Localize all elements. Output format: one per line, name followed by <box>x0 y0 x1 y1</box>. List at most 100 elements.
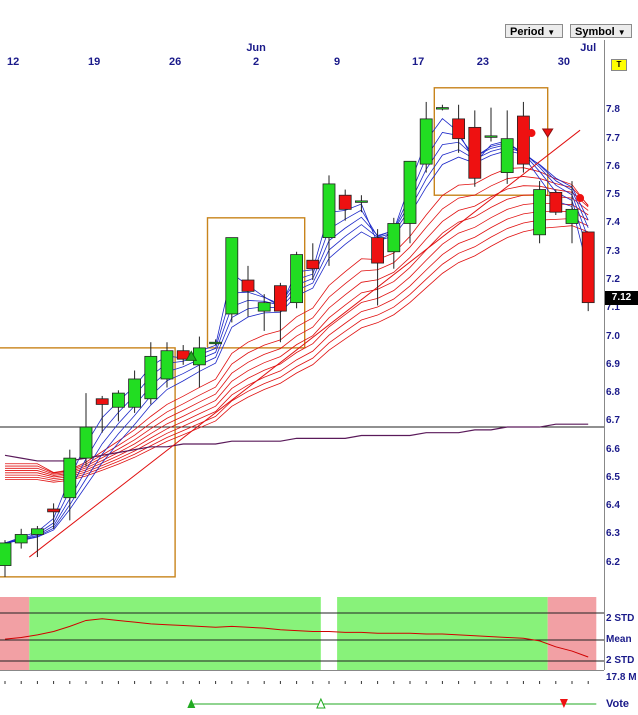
date-label: 12 <box>7 56 19 68</box>
price-chart <box>0 87 604 578</box>
date-axis: 12 19 26 Jun 2 9 17 23 30 Jul <box>0 40 604 68</box>
t-icon[interactable]: T <box>611 59 627 71</box>
date-label: 17 <box>412 56 424 68</box>
price-tick-label: 6.8 <box>606 387 620 399</box>
price-tick-label: 7.8 <box>606 104 620 116</box>
candle-body <box>144 355 158 400</box>
candle-body <box>468 126 482 179</box>
osc-zone <box>320 597 338 670</box>
chevron-down-icon: ▼ <box>547 28 556 37</box>
candle-body <box>306 259 320 270</box>
ma-ribbon-blue <box>4 118 589 544</box>
candle-body <box>257 302 271 312</box>
chevron-down-icon: ▼ <box>617 28 626 37</box>
range-box <box>206 217 306 349</box>
price-tick-label: 7.4 <box>606 217 620 229</box>
candle-body <box>533 189 546 236</box>
osc-label-upper: 2 STD <box>606 613 635 624</box>
candle-body <box>484 135 498 138</box>
osc-label-mean: Mean <box>606 634 632 645</box>
candle-body <box>565 208 579 224</box>
price-tick-label: 6.5 <box>606 471 620 483</box>
symbol-dropdown[interactable]: Symbol ▼ <box>570 24 632 38</box>
date-label: 2 <box>253 56 259 68</box>
osc-label-lower: 2 STD <box>606 655 635 666</box>
candle-body <box>0 542 12 566</box>
date-axis-ticks: 12 19 26 Jun 2 9 17 23 30 Jul <box>7 42 596 68</box>
osc-zone <box>547 597 597 670</box>
candle-body <box>452 118 466 140</box>
osc-zone <box>337 597 548 670</box>
volume-label: 17.8 M <box>606 672 637 683</box>
candle-body <box>160 350 174 380</box>
candle-body <box>371 237 385 264</box>
candle-body <box>225 237 239 315</box>
signal-dot <box>527 129 536 138</box>
vote-markers <box>187 697 597 709</box>
price-tick-label: 7.2 <box>606 274 620 286</box>
price-tick-label: 7.5 <box>606 189 620 201</box>
candle-body <box>30 528 44 535</box>
candle-body <box>79 426 93 459</box>
price-tick-label: 7.3 <box>606 245 620 257</box>
date-label-month: Jul <box>580 42 596 54</box>
ma-ribbon-red <box>5 202 589 478</box>
osc-zone <box>29 597 321 670</box>
candle-body <box>290 254 304 304</box>
sell-signal-arrow <box>541 128 554 138</box>
candle-body <box>435 107 449 110</box>
trend-line <box>28 129 581 558</box>
price-tick-label: 7.7 <box>606 132 620 144</box>
date-label: 30 <box>558 56 570 68</box>
candle-body <box>63 457 77 499</box>
candle-body <box>500 138 514 173</box>
toolbar: Period ▼ Symbol ▼ <box>0 0 638 41</box>
vote-row <box>0 697 604 710</box>
candle-body <box>322 183 336 239</box>
price-tick-label: 7.6 <box>606 160 620 172</box>
date-label: 19 <box>88 56 100 68</box>
date-label: 26 <box>169 56 181 68</box>
candle-body <box>581 231 595 304</box>
price-tick-label: 6.4 <box>606 500 620 512</box>
signal-dot <box>576 194 585 203</box>
period-dropdown[interactable]: Period ▼ <box>505 24 563 38</box>
candle-body <box>14 534 28 544</box>
symbol-label: Symbol <box>575 26 615 38</box>
date-label: 23 <box>477 56 489 68</box>
candle-body <box>128 378 142 408</box>
ma-ribbon-blue <box>4 150 589 544</box>
vote-label: Vote <box>606 698 630 710</box>
volume-axis <box>0 670 604 695</box>
date-label: 9 <box>334 56 340 68</box>
price-plot[interactable] <box>0 68 604 591</box>
candle-body <box>95 398 109 405</box>
price-tick-label: 6.2 <box>606 556 620 568</box>
price-tick-label: 6.6 <box>606 443 620 455</box>
oscillator-panel <box>0 597 604 670</box>
price-tick-label: 6.7 <box>606 415 620 427</box>
period-label: Period <box>510 26 545 38</box>
candle-body <box>47 508 60 513</box>
volume-ticks <box>4 681 589 684</box>
candle-body <box>517 115 530 165</box>
candle-body <box>419 118 433 165</box>
candle-body <box>338 194 352 210</box>
candle-body <box>192 347 206 366</box>
candle-body <box>241 279 255 292</box>
candle-body <box>209 341 223 345</box>
price-tick-label: 7.0 <box>606 330 620 342</box>
last-price-badge: 7.12 <box>605 291 638 305</box>
ma-ribbon-blue <box>4 131 589 544</box>
date-label-month: Jun <box>246 42 266 54</box>
slow-moving-average <box>4 423 589 462</box>
candle-body <box>387 223 401 253</box>
price-tick-label: 6.9 <box>606 358 620 370</box>
candle-body <box>273 285 287 312</box>
candle-body <box>112 392 125 408</box>
osc-zone <box>0 597 30 670</box>
candle-body <box>403 160 417 224</box>
price-tick-label: 6.3 <box>606 528 620 540</box>
candle-body <box>549 191 563 213</box>
candle-body <box>354 200 368 203</box>
